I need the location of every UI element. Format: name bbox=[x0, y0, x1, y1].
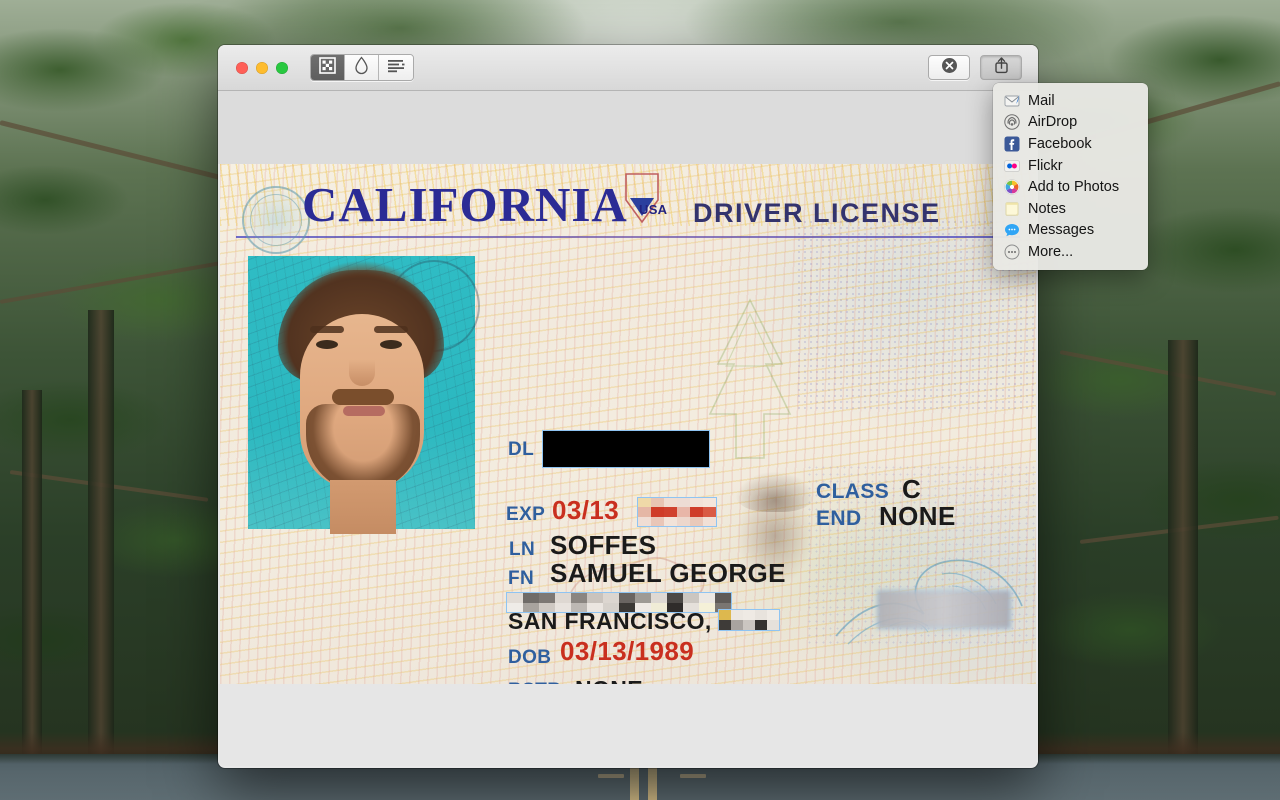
mail-icon bbox=[1003, 92, 1020, 109]
redaction-blurred-field[interactable] bbox=[877, 590, 1011, 629]
share-menu-label: Messages bbox=[1028, 222, 1095, 239]
messages-icon bbox=[1003, 222, 1020, 239]
share-button[interactable] bbox=[980, 55, 1022, 80]
share-menu-item-more[interactable]: More... bbox=[993, 241, 1148, 263]
drivers-license-image: CALIFORNIA USA DRIVER LICENSE DL EXP 03/… bbox=[220, 164, 1036, 684]
share-menu-label: Facebook bbox=[1028, 135, 1092, 152]
value-end: NONE bbox=[879, 501, 956, 531]
share-menu-item-messages[interactable]: Messages bbox=[993, 220, 1148, 242]
redaction-street-address[interactable] bbox=[506, 592, 732, 613]
share-icon bbox=[994, 56, 1009, 79]
california-seal bbox=[242, 186, 310, 254]
usa-badge-icon bbox=[625, 173, 659, 224]
flickr-icon bbox=[1003, 157, 1020, 174]
window-bottom-bar bbox=[218, 684, 1038, 766]
label-fn: FN bbox=[508, 568, 535, 589]
value-rstr: NONE bbox=[575, 676, 643, 684]
portrait-nose bbox=[349, 360, 375, 386]
redaction-exp-year[interactable] bbox=[637, 497, 717, 527]
portrait-mouth bbox=[343, 406, 385, 416]
portrait-moustache bbox=[332, 389, 394, 405]
notes-icon bbox=[1003, 200, 1020, 217]
share-menu-popover: Mail AirDrop Facebook Flickr Add to Phot… bbox=[993, 83, 1148, 270]
value-dob: 03/13/1989 bbox=[560, 636, 695, 666]
share-menu-item-flickr[interactable]: Flickr bbox=[993, 155, 1148, 177]
portrait-eye bbox=[380, 340, 402, 349]
share-menu-label: Mail bbox=[1028, 92, 1055, 109]
share-menu-label: AirDrop bbox=[1028, 114, 1078, 131]
portrait-neck bbox=[330, 480, 396, 534]
traffic-light-group bbox=[236, 61, 288, 74]
share-menu-item-notes[interactable]: Notes bbox=[993, 198, 1148, 220]
license-usa-mark: USA bbox=[639, 202, 668, 217]
road-lane-dash bbox=[680, 774, 706, 778]
redact-lines-icon bbox=[387, 58, 406, 78]
window-titlebar bbox=[218, 45, 1038, 91]
facebook-icon bbox=[1003, 135, 1020, 152]
tool-segmented-control bbox=[310, 54, 414, 81]
portrait-eyebrow bbox=[310, 326, 344, 333]
share-menu-label: Flickr bbox=[1028, 157, 1063, 174]
share-menu-label: Notes bbox=[1028, 200, 1066, 217]
value-fn: SAMUEL GEORGE bbox=[550, 558, 786, 588]
titlebar-right-buttons bbox=[928, 55, 1026, 80]
share-menu-label: More... bbox=[1028, 243, 1074, 260]
clear-x-icon bbox=[941, 57, 958, 79]
license-state-title: CALIFORNIA bbox=[302, 177, 628, 232]
pixelate-icon bbox=[319, 56, 336, 79]
image-canvas[interactable]: CALIFORNIA USA DRIVER LICENSE DL EXP 03/… bbox=[220, 164, 1036, 684]
label-dob: DOB bbox=[508, 647, 552, 668]
blur-droplet-icon bbox=[353, 55, 370, 80]
license-doc-type: DRIVER LICENSE bbox=[693, 198, 941, 228]
tool-pixelate-button[interactable] bbox=[311, 55, 345, 80]
share-menu-label: Add to Photos bbox=[1028, 179, 1120, 196]
share-menu-item-airdrop[interactable]: AirDrop bbox=[993, 112, 1148, 134]
app-window: CALIFORNIA USA DRIVER LICENSE DL EXP 03/… bbox=[218, 45, 1148, 768]
wallpaper-tree-trunk bbox=[88, 310, 114, 770]
value-city: SAN FRANCISCO, CA bbox=[508, 608, 753, 634]
minimize-window-button[interactable] bbox=[256, 61, 268, 74]
portrait-eyebrow bbox=[374, 326, 408, 333]
road-lane-dash bbox=[598, 774, 624, 778]
more-ellipsis-icon bbox=[1003, 243, 1020, 260]
label-ln: LN bbox=[509, 539, 536, 560]
clear-button[interactable] bbox=[928, 55, 970, 80]
share-menu-item-facebook[interactable]: Facebook bbox=[993, 133, 1148, 155]
wallpaper-tree-trunk bbox=[22, 390, 42, 770]
share-menu-item-add-to-photos[interactable]: Add to Photos bbox=[993, 176, 1148, 198]
tool-redact-button[interactable] bbox=[379, 55, 413, 80]
label-exp: EXP bbox=[506, 504, 546, 525]
license-portrait-photo bbox=[248, 256, 480, 534]
tool-blur-button[interactable] bbox=[345, 55, 379, 80]
value-ln: SOFFES bbox=[550, 530, 657, 560]
label-rstr: RSTR bbox=[508, 680, 561, 684]
redaction-zip-code[interactable] bbox=[718, 609, 780, 631]
photos-icon bbox=[1003, 179, 1020, 196]
value-exp: 03/13 bbox=[552, 495, 620, 525]
label-end: END bbox=[816, 507, 862, 530]
label-dl: DL bbox=[508, 439, 535, 460]
redaction-dl-number[interactable] bbox=[542, 430, 710, 468]
portrait-eye bbox=[316, 340, 338, 349]
close-window-button[interactable] bbox=[236, 61, 248, 74]
wallpaper-tree-trunk bbox=[1168, 340, 1198, 770]
toolbar-spacer bbox=[218, 91, 1038, 164]
airdrop-icon bbox=[1003, 114, 1020, 131]
share-menu-item-mail[interactable]: Mail bbox=[993, 90, 1148, 112]
zoom-window-button[interactable] bbox=[276, 61, 288, 74]
